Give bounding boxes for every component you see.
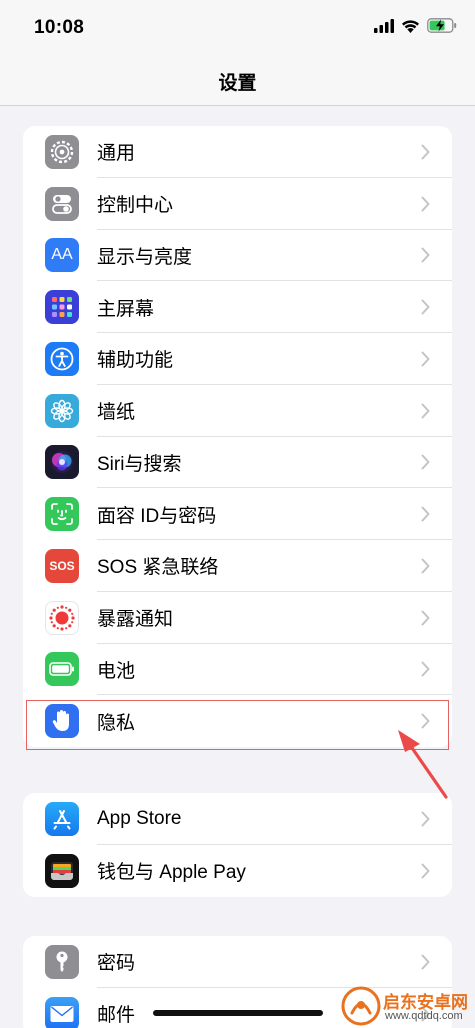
- settings-item-wallet-apple-pay[interactable]: 钱包与 Apple Pay: [23, 845, 452, 897]
- wallet-icon: [45, 853, 79, 888]
- battery-icon: [45, 652, 79, 687]
- settings-item-label: 隐私: [97, 712, 136, 734]
- settings-item-accessibility[interactable]: 辅助功能: [23, 333, 452, 385]
- page-title: 设置: [218, 73, 257, 94]
- settings-item-label: 墙纸: [97, 402, 136, 424]
- watermark: 启东安卓网 www.qdtdq.com: [341, 986, 471, 1026]
- settings-item-label: 暴露通知: [97, 609, 174, 631]
- settings-item-wallpaper[interactable]: 墙纸: [23, 385, 452, 437]
- chevron-right-icon: [421, 661, 430, 677]
- mail-icon: [45, 996, 79, 1028]
- chevron-right-icon: [421, 247, 430, 263]
- settings-item-label: 密码: [97, 953, 136, 975]
- status-time: 10:08: [34, 17, 85, 38]
- settings-item-passwords[interactable]: 密码: [23, 936, 452, 988]
- accessibility-icon: [45, 341, 79, 376]
- chevron-right-icon: [421, 196, 430, 212]
- watermark-logo-icon: [341, 986, 381, 1026]
- settings-item-battery[interactable]: 电池: [23, 644, 452, 696]
- chevron-right-icon: [421, 610, 430, 626]
- chevron-right-icon: [421, 811, 430, 827]
- toggles-icon: [45, 186, 79, 221]
- settings-item-emergency-sos[interactable]: SOS SOS 紧急联络: [23, 540, 452, 592]
- settings-item-label: 邮件: [97, 1005, 136, 1027]
- hand-icon: [45, 704, 79, 739]
- sos-icon: SOS: [45, 548, 79, 583]
- key-icon: [45, 944, 79, 979]
- chevron-right-icon: [421, 403, 430, 419]
- settings-item-label: 面容 ID与密码: [97, 505, 217, 527]
- chevron-right-icon: [421, 954, 430, 970]
- app-store-icon: [45, 801, 79, 836]
- settings-item-label: 通用: [97, 143, 136, 165]
- status-icons: [374, 18, 457, 33]
- settings-item-label: 辅助功能: [97, 350, 174, 372]
- exposure-notification-icon: [45, 600, 79, 635]
- chevron-right-icon: [421, 454, 430, 470]
- home-screen-grid-icon: [45, 290, 79, 325]
- settings-item-display-brightness[interactable]: AA 显示与亮度: [23, 230, 452, 282]
- settings-item-label: Siri与搜索: [97, 453, 182, 475]
- settings-item-label: 钱包与 Apple Pay: [97, 862, 246, 884]
- chevron-right-icon: [421, 713, 430, 729]
- face-id-icon: [45, 497, 79, 532]
- chevron-right-icon: [421, 299, 430, 315]
- flower-icon: [45, 393, 79, 428]
- settings-group-apps: App Store 钱包与 Apple Pay: [23, 793, 452, 897]
- chevron-right-icon: [421, 144, 430, 160]
- chevron-right-icon: [421, 506, 430, 522]
- settings-item-siri-search[interactable]: Siri与搜索: [23, 437, 452, 489]
- watermark-url: www.qdtdq.com: [385, 1010, 463, 1022]
- settings-item-label: 显示与亮度: [97, 246, 193, 268]
- settings-item-home-screen[interactable]: 主屏幕: [23, 281, 452, 333]
- settings-item-control-center[interactable]: 控制中心: [23, 178, 452, 230]
- nav-bar: 设置: [0, 58, 475, 106]
- settings-item-app-store[interactable]: App Store: [23, 793, 452, 845]
- settings-item-face-id-passcode[interactable]: 面容 ID与密码: [23, 488, 452, 540]
- settings-item-label: 控制中心: [97, 195, 174, 217]
- status-bar: 10:08: [0, 0, 475, 58]
- chevron-right-icon: [421, 558, 430, 574]
- settings-group-main: 通用 控制中心 AA 显示与亮度 主屏幕 辅助功能 墙纸 Siri与搜索 面容 …: [23, 126, 452, 747]
- battery-charging-icon: [427, 18, 457, 33]
- chevron-right-icon: [421, 863, 430, 879]
- chevron-right-icon: [421, 351, 430, 367]
- settings-item-exposure-notifications[interactable]: 暴露通知: [23, 592, 452, 644]
- settings-item-privacy[interactable]: 隐私: [23, 695, 452, 747]
- siri-icon: [45, 445, 79, 480]
- settings-item-label: App Store: [97, 807, 182, 829]
- text-size-icon: AA: [45, 238, 79, 273]
- gear-icon: [45, 134, 79, 169]
- settings-item-label: 主屏幕: [97, 298, 155, 320]
- settings-item-label: SOS 紧急联络: [97, 557, 219, 579]
- settings-item-general[interactable]: 通用: [23, 126, 452, 178]
- cellular-signal-icon: [374, 18, 394, 33]
- home-indicator: [153, 1010, 323, 1016]
- wifi-icon: [402, 19, 419, 33]
- settings-item-label: 电池: [97, 660, 136, 682]
